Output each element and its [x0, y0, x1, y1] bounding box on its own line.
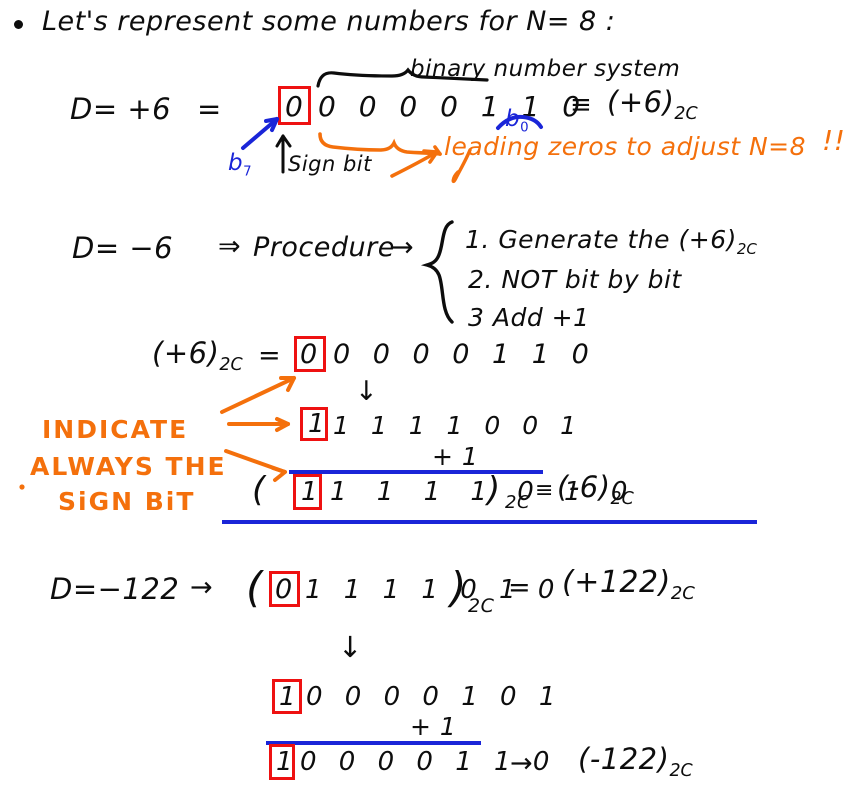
leading-zeros-note: leading zeros to adjust N=8 — [444, 132, 807, 161]
example122-rhs-sub: 2C — [670, 583, 695, 604]
procedure-brace — [420, 220, 454, 324]
six-result-sub: 2C — [505, 492, 531, 513]
sign-bit-value-six-not: 1 — [308, 409, 326, 439]
example122-sum-rule — [266, 741, 481, 745]
sign-bit-caption: Sign bit — [288, 152, 372, 176]
example122-arrow: → — [190, 572, 214, 603]
positive-example-equals: = — [197, 92, 222, 126]
six-result-value: (-6)2C — [557, 470, 634, 509]
six-source-number: (+6) — [152, 336, 220, 370]
six-add-one: + 1 — [432, 442, 479, 471]
msb-label-text: b — [228, 150, 244, 176]
procedure-step-1-tail: (+6) — [678, 225, 737, 254]
six-source-equals: = — [258, 340, 282, 371]
positive-equiv-value: (+6)2C — [607, 85, 698, 124]
example122-open-paren: ( — [246, 563, 263, 612]
positive-equiv-symbol: ≡ — [570, 90, 593, 120]
msb-pointer-arrowhead — [264, 117, 279, 132]
procedure-step-2-num: 2. — [468, 265, 493, 294]
six-source-sub: 2C — [219, 354, 243, 375]
magnitude-bits-positive: 0 0 0 0 1 1 0 — [318, 90, 588, 123]
example122-result-arrow: → — [510, 748, 534, 779]
intro-text: Let's represent some numbers for N= 8 : — [42, 6, 616, 37]
annotation-line-3: SiGN BiT — [58, 487, 196, 516]
leading-zeros-exclaim: !! — [822, 124, 846, 157]
annotation-arrow-bottom — [224, 449, 287, 474]
binary-number-system-label: binary number system — [410, 56, 681, 82]
six-source-label: (+6)2C — [152, 336, 243, 375]
leading-zeros-brace — [318, 132, 442, 156]
sign-bit-pointer-arrowhead — [275, 134, 292, 148]
six-result-close-paren: ) — [487, 470, 501, 510]
example122-lhs: D=−122 — [50, 572, 180, 606]
sign-bit-value-122-not: 1 — [279, 682, 297, 712]
sign-bit-value-positive: 0 — [285, 90, 304, 123]
six-result-value-sub: 2C — [610, 488, 634, 509]
msb-label-index: 7 — [243, 164, 252, 180]
example122-rhs-number: (+122) — [562, 565, 671, 600]
procedure-step-2: 2. NOT bit by bit — [468, 265, 682, 294]
annotation-arrow-bottom-head — [271, 466, 287, 482]
example122-down-arrow: ↓ — [338, 630, 363, 664]
procedure-step-1: 1. Generate the (+6)2C — [465, 225, 757, 258]
example122-result-number: (-122) — [578, 742, 670, 776]
bullet-marker — [14, 20, 23, 29]
annotation-arrow-top — [220, 376, 296, 414]
six-down-arrow: ↓ — [355, 376, 379, 407]
example122-not-bits: 0 0 0 0 1 0 1 — [306, 682, 563, 712]
example122-close-paren: ) — [450, 563, 467, 612]
procedure-step-1-num: 1. — [465, 225, 490, 254]
procedure-step-1-tail-sub: 2C — [736, 240, 757, 258]
six-result-open-paren: ( — [252, 470, 266, 510]
negative-example-implies: ⇒ — [218, 231, 242, 262]
example122-rhs: (+122)2C — [562, 565, 695, 604]
six-source-bits: 0 0 0 0 1 1 0 — [333, 339, 596, 370]
procedure-step-3-text: Add +1 — [492, 303, 590, 332]
procedure-label: Procedure — [253, 232, 395, 263]
sign-bit-value-six-result: 1 — [301, 477, 319, 507]
annotation-line-2: ALWAYS THE — [30, 452, 227, 481]
example122-result-value-sub: 2C — [669, 760, 693, 781]
sign-bit-value-122: 0 — [275, 574, 293, 605]
positive-equiv-number: (+6) — [607, 85, 675, 119]
sign-bit-value-six-source: 0 — [300, 339, 318, 370]
msb-label: b7 — [228, 150, 252, 180]
sign-bit-value-122-result: 1 — [276, 747, 294, 777]
annotation-arrow-mid-head — [275, 417, 290, 432]
leading-zeros-arrow — [390, 145, 442, 178]
six-result-number: (-6) — [557, 470, 611, 504]
six-not-bits: 1 1 1 1 0 0 1 — [333, 411, 584, 440]
section-divider-rule — [222, 520, 757, 524]
example122-equals: = — [508, 572, 532, 603]
procedure-arrow: → — [391, 232, 415, 263]
leading-zeros-arrowhead — [422, 149, 439, 164]
lsb-label-text: b — [505, 106, 521, 132]
example122-add-one: + 1 — [410, 712, 457, 741]
procedure-step-3-num: 3 — [468, 303, 485, 332]
annotation-line-1: INDICATE — [42, 415, 189, 444]
positive-example-lhs: D= +6 — [70, 92, 172, 126]
procedure-step-1-text: Generate the — [498, 225, 671, 254]
msb-pointer-arrow — [241, 117, 279, 150]
six-result-equiv-symbol: ≡ — [535, 478, 554, 503]
handwritten-notes-page: Let's represent some numbers for N= 8 : … — [0, 0, 867, 797]
example122-result-value: (-122)2C — [578, 742, 693, 781]
procedure-step-3: 3 Add +1 — [468, 303, 590, 332]
annotation-arrow-top-head — [279, 376, 296, 392]
six-sum-rule — [289, 470, 543, 474]
procedure-step-2-text: NOT bit by bit — [501, 265, 682, 294]
example122-sub: 2C — [468, 595, 495, 617]
negative-example-lhs: D= −6 — [72, 231, 174, 265]
positive-equiv-sub: 2C — [674, 103, 698, 124]
stray-orange-dot — [19, 484, 25, 490]
